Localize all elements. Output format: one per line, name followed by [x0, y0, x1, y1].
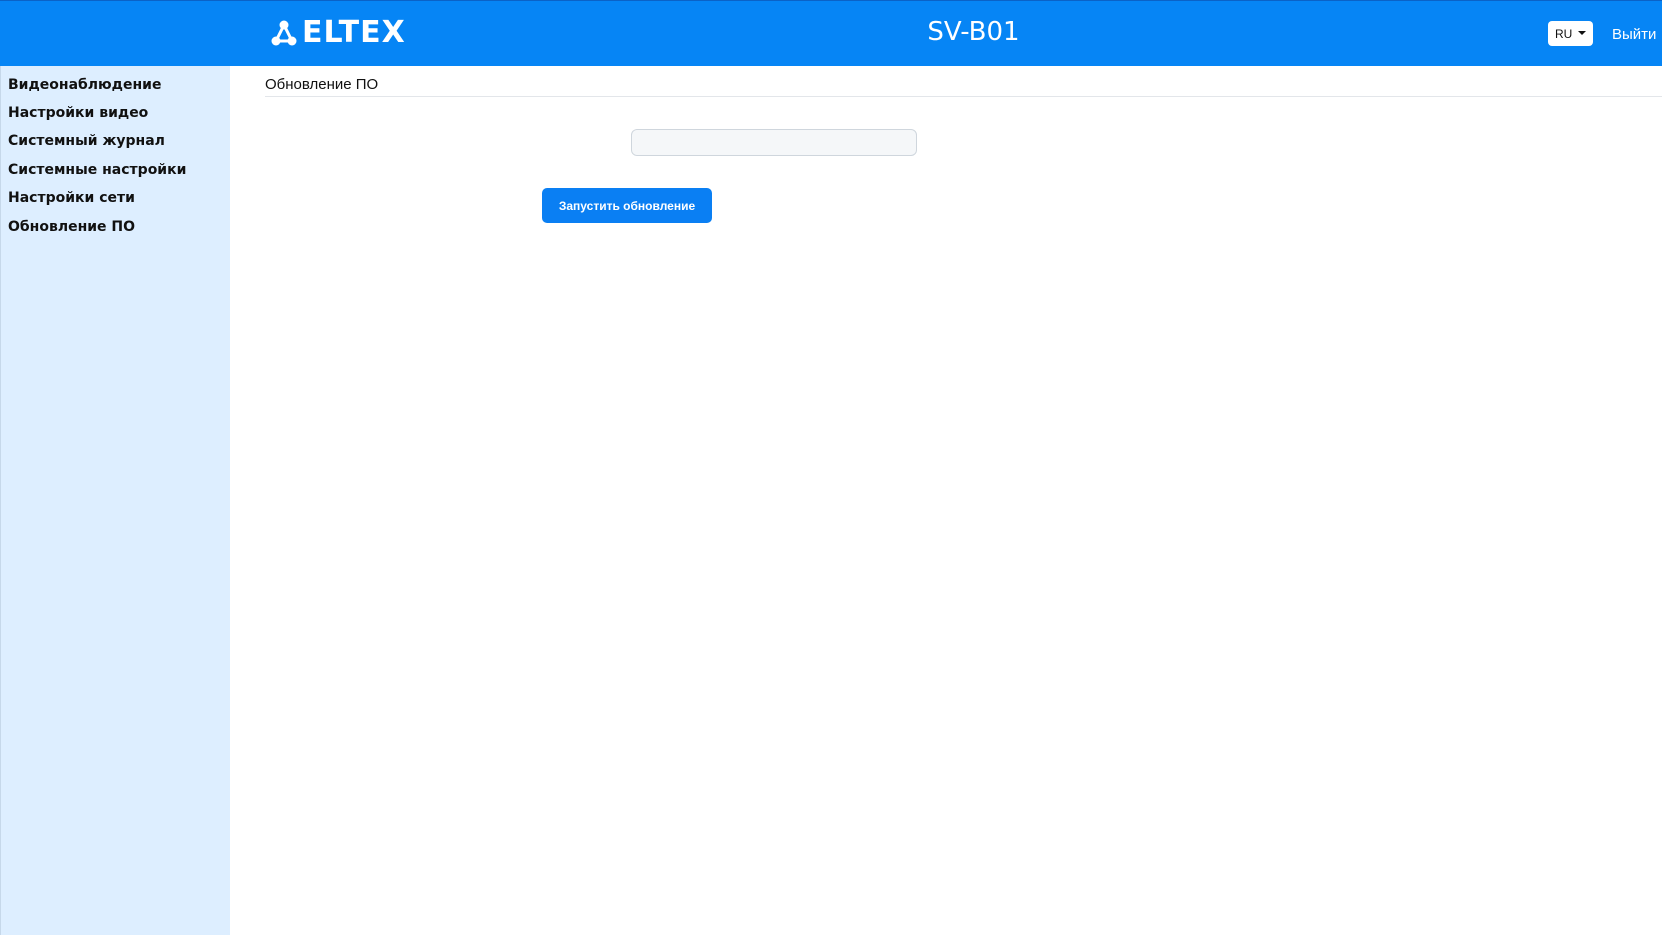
sidebar-item-video-surveillance[interactable]: Видеонаблюдение: [8, 74, 161, 96]
start-update-button[interactable]: Запустить обновление: [542, 188, 712, 223]
sidebar-item-system-settings[interactable]: Системные настройки: [8, 159, 186, 181]
logout-link[interactable]: Выйти: [1612, 25, 1656, 45]
uri-input[interactable]: [631, 129, 917, 156]
app-header: ELTEX SV-B01 RU Выйти: [0, 0, 1662, 66]
sidebar-item-video-settings[interactable]: Настройки видео: [8, 102, 148, 124]
language-select[interactable]: RU: [1548, 21, 1593, 46]
page-title: Обновление ПО: [265, 76, 379, 93]
sidebar: Видеонаблюдение Настройки видео Системны…: [0, 66, 230, 935]
sidebar-item-firmware-update[interactable]: Обновление ПО: [8, 216, 135, 238]
title-divider: [265, 96, 1662, 97]
device-title: SV-B01: [927, 17, 1020, 47]
chevron-down-icon: [1578, 31, 1586, 35]
main-content: Обновление ПО URI прошивки Запустить обн…: [230, 66, 1662, 935]
sidebar-item-network-settings[interactable]: Настройки сети: [8, 187, 135, 209]
sidebar-item-system-log[interactable]: Системный журнал: [8, 130, 165, 152]
language-selected: RU: [1555, 26, 1573, 41]
